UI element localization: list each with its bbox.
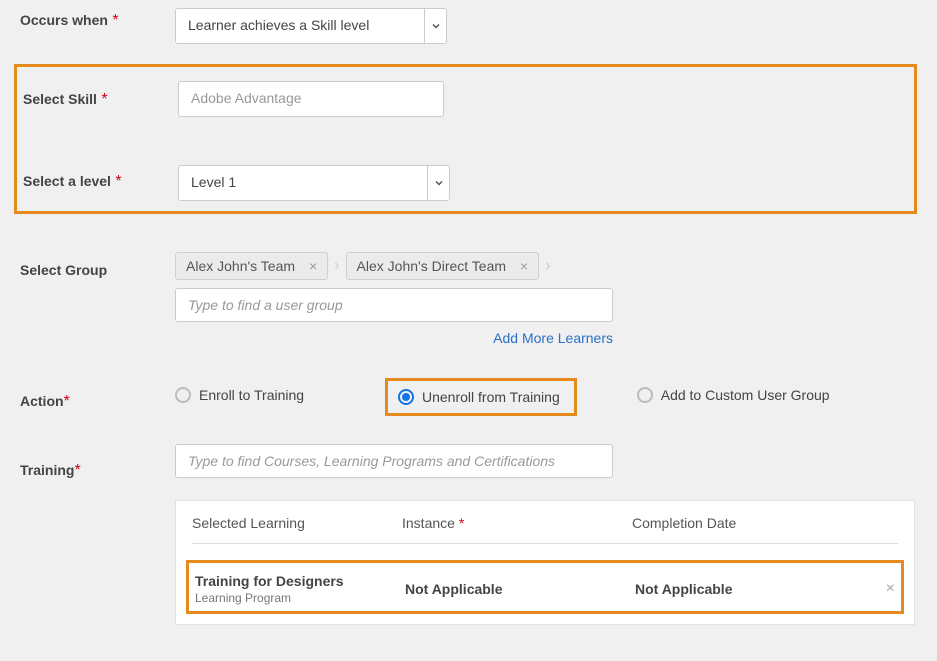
action-radio-enroll[interactable]: Enroll to Training	[175, 387, 304, 403]
group-row: Select Group Alex John's Team × › Alex J…	[20, 244, 917, 348]
skill-value: Adobe Advantage	[179, 82, 443, 116]
radio-label: Unenroll from Training	[422, 389, 560, 405]
group-crumb-label: Alex John's Team	[186, 258, 295, 274]
training-search-input[interactable]: Type to find Courses, Learning Programs …	[175, 444, 613, 478]
remove-icon[interactable]: ×	[520, 258, 528, 274]
group-crumb-1[interactable]: Alex John's Direct Team ×	[346, 252, 540, 280]
occurs-value: Learner achieves a Skill level	[176, 9, 424, 43]
selected-learning-table: Selected Learning Instance * Completion …	[175, 500, 915, 625]
skill-row: Select Skill * Adobe Advantage	[23, 73, 908, 157]
col-selected-learning: Selected Learning	[192, 515, 402, 531]
skill-select[interactable]: Adobe Advantage	[178, 81, 444, 117]
col-instance: Instance	[402, 515, 455, 531]
skill-label: Select Skill	[23, 91, 97, 107]
radio-label: Add to Custom User Group	[661, 387, 830, 403]
action-row: Action* Enroll to Training Unenroll from…	[20, 378, 917, 416]
occurs-when-select[interactable]: Learner achieves a Skill level	[175, 8, 447, 44]
required-marker: *	[459, 515, 464, 531]
action-label: Action	[20, 393, 64, 409]
learning-plan-form: Occurs when * Learner achieves a Skill l…	[0, 0, 937, 625]
breadcrumb-separator: ›	[545, 257, 550, 275]
group-label: Select Group	[20, 262, 107, 278]
training-instance: Not Applicable	[405, 581, 635, 597]
remove-icon[interactable]: ×	[309, 258, 317, 274]
training-row: Training* Type to find Courses, Learning…	[20, 426, 917, 625]
table-row: Training for Designers Learning Program …	[195, 573, 895, 605]
group-breadcrumb: Alex John's Team × › Alex John's Direct …	[175, 252, 917, 280]
group-search-input[interactable]: Type to find a user group	[175, 288, 613, 322]
skill-level-highlight: Select Skill * Adobe Advantage Select a …	[14, 64, 917, 214]
required-marker: *	[112, 12, 118, 29]
level-label: Select a level	[23, 173, 111, 189]
add-more-learners-link[interactable]: Add More Learners	[493, 330, 613, 346]
occurs-row: Occurs when * Learner achieves a Skill l…	[20, 0, 917, 58]
training-completion: Not Applicable	[635, 581, 865, 597]
training-label: Training	[20, 462, 74, 478]
group-crumb-0[interactable]: Alex John's Team ×	[175, 252, 328, 280]
required-marker: *	[74, 462, 80, 479]
action-radio-unenroll[interactable]: Unenroll from Training	[398, 389, 560, 405]
required-marker: *	[64, 393, 70, 410]
training-row-highlight: Training for Designers Learning Program …	[186, 560, 904, 614]
table-header: Selected Learning Instance * Completion …	[192, 515, 898, 544]
action-radio-customgroup[interactable]: Add to Custom User Group	[637, 387, 830, 403]
breadcrumb-separator: ›	[334, 257, 339, 275]
required-marker: *	[101, 91, 107, 108]
chevron-down-icon	[427, 166, 449, 200]
action-unenroll-highlight: Unenroll from Training	[385, 378, 577, 416]
level-value: Level 1	[179, 166, 427, 200]
level-select[interactable]: Level 1	[178, 165, 450, 201]
radio-icon	[637, 387, 653, 403]
occurs-label: Occurs when	[20, 12, 108, 28]
training-name: Training for Designers	[195, 573, 405, 589]
group-crumb-label: Alex John's Direct Team	[357, 258, 506, 274]
remove-training-icon[interactable]: ×	[865, 580, 895, 598]
radio-icon	[398, 389, 414, 405]
radio-label: Enroll to Training	[199, 387, 304, 403]
training-type: Learning Program	[195, 591, 405, 605]
radio-icon	[175, 387, 191, 403]
chevron-down-icon	[424, 9, 446, 43]
level-row: Select a level * Level 1	[23, 157, 908, 209]
required-marker: *	[115, 173, 121, 190]
col-completion-date: Completion Date	[632, 515, 898, 531]
